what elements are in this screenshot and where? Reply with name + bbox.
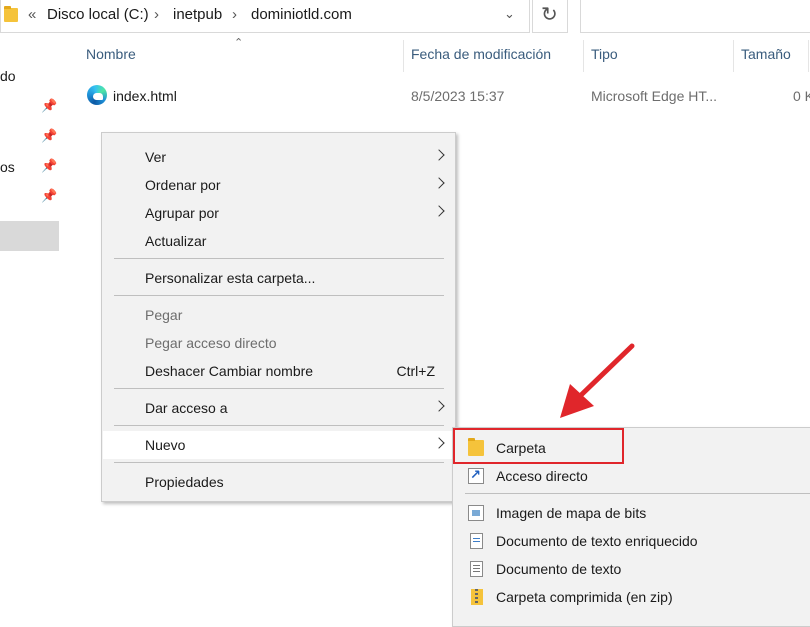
chevron-right-icon [433,177,445,189]
address-bar[interactable]: « Disco local (C:) › inetpub › dominiotl… [0,0,530,33]
column-header-name[interactable]: Nombre [86,46,136,72]
submenu-item-label: Documento de texto [496,561,622,577]
menu-item-pegar[interactable]: Pegar [103,301,455,329]
menu-item-label: Actualizar [145,233,207,249]
breadcrumb-disco-local[interactable]: Disco local (C:) [47,6,149,23]
refresh-icon: ↻ [541,4,558,26]
column-divider[interactable] [403,40,404,72]
column-header-type[interactable]: Tipo [591,46,618,72]
chevron-right-icon [433,400,445,412]
context-menu: Ver Ordenar por Agrupar por Actualizar P… [101,132,456,502]
menu-separator [114,462,444,463]
menu-separator [465,493,810,494]
menu-separator [114,295,444,296]
submenu-item-label: Imagen de mapa de bits [496,505,647,521]
menu-item-pegar-acceso-directo[interactable]: Pegar acceso directo [103,329,455,357]
submenu-item-acceso-directo[interactable]: Acceso directo [454,462,810,490]
text-document-icon [470,561,483,577]
nav-item-label[interactable]: os [0,159,15,175]
menu-item-propiedades[interactable]: Propiedades [103,468,455,496]
submenu-item-label: Carpeta comprimida (en zip) [496,589,673,605]
menu-item-label: Nuevo [145,437,186,453]
menu-item-label: Personalizar esta carpeta... [145,270,316,286]
pin-icon: 📌 [41,128,58,143]
refresh-button[interactable]: ↻ [532,0,568,33]
nav-item-selected[interactable] [0,221,59,251]
menu-item-label: Dar acceso a [145,400,228,416]
chevron-right-icon [433,437,445,449]
column-header-modified[interactable]: Fecha de modificación [411,46,551,72]
menu-item-personalizar[interactable]: Personalizar esta carpeta... [103,264,455,292]
menu-item-label: Pegar [145,307,183,323]
menu-item-label: Propiedades [145,474,224,490]
menu-item-shortcut: Ctrl+Z [396,363,436,379]
chevron-right-icon [433,149,445,161]
menu-item-ordenar-por[interactable]: Ordenar por [103,171,455,199]
menu-item-ver[interactable]: Ver [103,143,455,171]
pin-icon: 📌 [41,98,58,113]
chevron-right-icon [433,205,445,217]
submenu-item-rich-text[interactable]: Documento de texto enriquecido [454,527,810,555]
menu-item-dar-acceso[interactable]: Dar acceso a [103,394,455,422]
file-name[interactable]: index.html [113,88,177,104]
overflow-crumb-icon[interactable]: « [28,6,36,23]
menu-item-deshacer[interactable]: Deshacer Cambiar nombre Ctrl+Z [103,357,455,385]
red-arrow-icon [560,343,635,418]
column-divider[interactable] [808,40,809,72]
breadcrumb-inetpub[interactable]: inetpub [173,6,222,23]
menu-item-actualizar[interactable]: Actualizar [103,227,455,255]
menu-item-label: Pegar acceso directo [145,335,277,351]
folder-icon [4,6,18,22]
pin-icon: 📌 [41,158,58,173]
highlight-box [453,428,624,464]
edge-html-file-icon[interactable] [87,85,107,105]
nav-item-label[interactable]: do [0,68,16,84]
menu-item-label: Ver [145,149,167,165]
column-divider[interactable] [583,40,584,72]
chevron-right-icon: › [232,6,237,23]
submenu-item-bitmap[interactable]: Imagen de mapa de bits [454,499,810,527]
file-modified: 8/5/2023 15:37 [411,88,505,104]
column-divider[interactable] [733,40,734,72]
file-size: 0 K [793,88,810,104]
menu-item-label: Agrupar por [145,205,219,221]
menu-separator [114,425,444,426]
menu-separator [114,388,444,389]
submenu-item-zip[interactable]: Carpeta comprimida (en zip) [454,583,810,611]
file-type: Microsoft Edge HT... [591,88,718,104]
chevron-right-icon: › [154,6,159,23]
column-header-size[interactable]: Tamaño [741,46,791,72]
search-input[interactable] [580,0,810,33]
bitmap-icon [468,505,484,521]
zip-folder-icon [471,589,483,605]
sort-ascending-icon: ⌃ [234,37,244,49]
breadcrumb-dominiotld[interactable]: dominiotld.com [251,6,352,23]
submenu-item-label: Acceso directo [496,468,588,484]
menu-item-label: Deshacer Cambiar nombre [145,363,314,379]
submenu-item-label: Documento de texto enriquecido [496,533,698,549]
menu-item-nuevo[interactable]: Nuevo [103,431,455,459]
pin-icon: 📌 [41,188,58,203]
menu-item-agrupar-por[interactable]: Agrupar por [103,199,455,227]
shortcut-icon [468,467,484,484]
chevron-down-icon[interactable]: ⌄ [504,6,515,22]
menu-item-label: Ordenar por [145,177,221,193]
submenu-item-text-document[interactable]: Documento de texto [454,555,810,583]
menu-separator [114,258,444,259]
rich-text-icon [470,533,483,549]
